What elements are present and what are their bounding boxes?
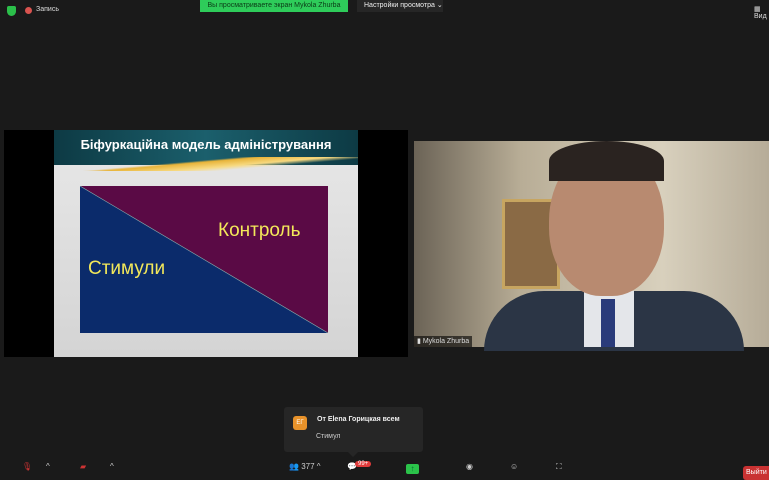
view-button[interactable]: ▦ Вид	[754, 5, 769, 20]
recording-icon	[25, 7, 32, 14]
apps-icon: ⛶	[556, 462, 562, 471]
gold-stripe	[54, 157, 358, 171]
participant-name-tag: ▮ Mykola Zhurba	[414, 336, 473, 347]
apps-button[interactable]: ⛶	[556, 462, 562, 472]
person-tie	[601, 299, 615, 347]
video-options-chevron-icon[interactable]: ^	[110, 462, 114, 471]
view-options-dropdown[interactable]: Настройки просмотра ⌄	[357, 0, 443, 12]
control-label: Контроль	[218, 220, 301, 241]
share-screen-button[interactable]: ↑	[406, 464, 419, 474]
shared-screen: Біфуркаційна модель адміністрування Конт…	[4, 130, 408, 357]
chat-sender: От Elena Горицкая всем	[317, 416, 400, 423]
exit-button[interactable]: Выйти	[743, 466, 769, 480]
person-hair	[549, 141, 664, 181]
presentation-slide: Біфуркаційна модель адміністрування Конт…	[54, 130, 358, 357]
chat-unread-badge: 99+	[355, 461, 372, 467]
audio-options-chevron-icon[interactable]: ^	[46, 462, 50, 471]
camera-off-icon: ▰	[80, 462, 87, 471]
signal-icon: ▮	[417, 338, 421, 345]
view-options-label: Настройки просмотра	[364, 2, 435, 9]
record-icon: ◉	[466, 462, 473, 471]
chat-message: Стимул	[316, 433, 341, 440]
reactions-button[interactable]: ☺	[510, 462, 518, 471]
record-button[interactable]: ◉	[466, 462, 473, 471]
microphone-muted-icon: 🎙	[22, 462, 33, 471]
viewing-screen-banner: Вы просматриваете экран Mykola Zhurba	[200, 0, 348, 12]
bifurcation-diagram: Контроль Стимули	[80, 186, 328, 333]
recording-label: Запись	[36, 6, 59, 13]
security-shield-icon[interactable]	[7, 6, 16, 16]
slide-title: Біфуркаційна модель адміністрування	[80, 137, 332, 152]
chat-notification[interactable]: ЕГ От Elena Горицкая всем Стимул	[284, 407, 423, 457]
stimuli-label: Стимули	[88, 258, 166, 279]
participants-icon: 👥	[289, 462, 299, 471]
mute-button[interactable]: 🎙	[22, 462, 32, 471]
participants-button[interactable]: 👥 377 ^	[289, 462, 321, 471]
participant-video: ▮ Mykola Zhurba	[414, 141, 769, 351]
video-button[interactable]: ▰	[80, 462, 86, 471]
participants-count: 377	[301, 462, 315, 471]
arrow-up-icon: ↑	[410, 464, 415, 473]
chevron-down-icon: ⌄	[436, 2, 443, 9]
top-bar: Запись Вы просматриваете экран Mykola Zh…	[0, 0, 769, 22]
view-button-label: Вид	[754, 13, 767, 20]
reaction-smiley-icon: ☺	[510, 462, 519, 471]
avatar: ЕГ	[293, 416, 307, 430]
participant-name: Mykola Zhurba	[422, 338, 470, 345]
